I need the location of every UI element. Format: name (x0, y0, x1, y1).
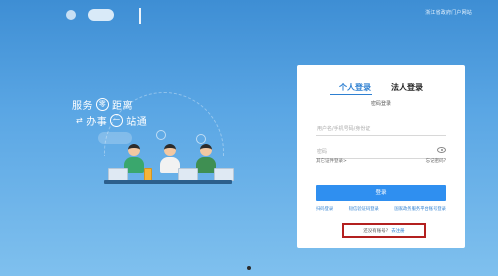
carousel-indicator[interactable] (247, 266, 251, 270)
forgot-password-link[interactable]: 忘记密码? (426, 158, 446, 164)
password-input[interactable]: 密码 (316, 145, 446, 159)
agent-body (196, 157, 216, 173)
login-mode-label[interactable]: 密码登录 (297, 100, 465, 107)
tab-personal-login[interactable]: 个人登录 (339, 82, 371, 93)
logo-divider (139, 8, 141, 24)
site-logo[interactable] (66, 6, 146, 24)
no-account-text: 还没有账号? (363, 228, 389, 234)
username-placeholder: 用户名/手机号码/身份证 (317, 126, 371, 132)
portal-link[interactable]: 浙江省政府门户网站 (425, 9, 472, 16)
password-placeholder: 密码 (317, 149, 328, 155)
chat-bubble-icon (196, 134, 206, 144)
slogan-text: 办事 (86, 116, 108, 128)
alternative-logins: 扫码登录 短信验证码登录 国家政务服务平台账号登录 (316, 206, 446, 212)
qr-login-link[interactable]: 扫码登录 (316, 206, 333, 212)
sms-login-link[interactable]: 短信验证码登录 (349, 206, 379, 212)
agent-head (200, 144, 212, 156)
login-button[interactable]: 登录 (316, 185, 446, 201)
national-platform-login-link[interactable]: 国家政务服务平台账号登录 (394, 206, 446, 212)
register-prompt: 还没有账号? 去注册 (342, 223, 426, 238)
logo-cloud-shape (88, 9, 114, 21)
auxiliary-links: 其它证件登录> 忘记密码? (316, 158, 446, 164)
agent-body (160, 157, 180, 173)
agent-head (164, 144, 176, 156)
other-certificate-login-link[interactable]: 其它证件登录> (316, 158, 347, 164)
emblem-icon (66, 10, 76, 20)
tab-corporate-login[interactable]: 法人登录 (391, 82, 423, 93)
agent-figure (196, 144, 216, 173)
slogan-circle: 零 (96, 97, 109, 111)
active-tab-indicator (330, 94, 372, 95)
desk (104, 180, 232, 184)
service-illustration (96, 130, 246, 190)
agent-head (128, 144, 140, 156)
login-panel: 个人登录 法人登录 密码登录 用户名/手机号码/身份证 密码 其它证件登录> 忘… (297, 65, 465, 248)
agent-figure (160, 144, 180, 173)
login-tabs: 个人登录 法人登录 (297, 82, 465, 93)
cloud-icon (98, 132, 132, 144)
slogan-text: 服务 (72, 100, 93, 112)
arrows-icon: ⇄ (76, 115, 84, 125)
chat-bubble-icon (156, 130, 166, 140)
register-link[interactable]: 去注册 (391, 228, 405, 234)
show-password-icon[interactable] (437, 147, 446, 153)
username-input[interactable]: 用户名/手机号码/身份证 (316, 122, 446, 136)
